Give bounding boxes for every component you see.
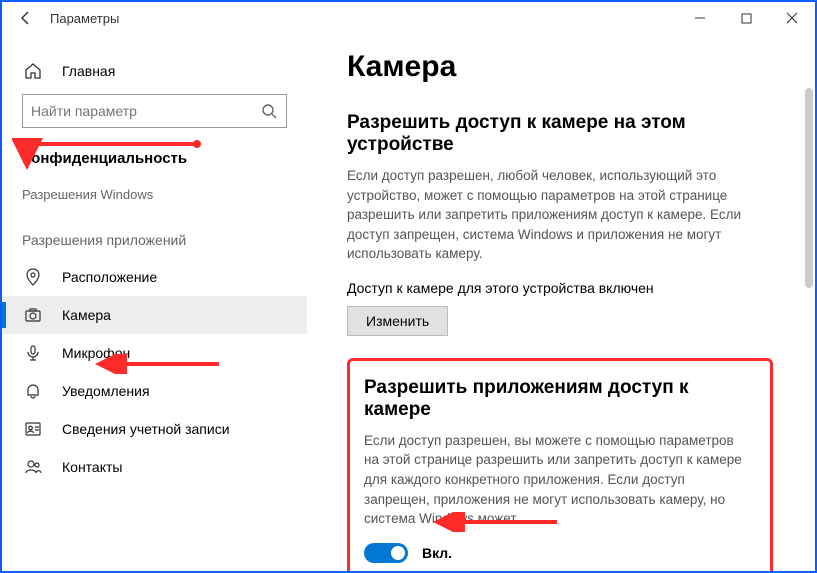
sidebar-category: Конфиденциальность (2, 150, 307, 179)
search-box[interactable] (22, 94, 287, 128)
sidebar-item-camera[interactable]: Камера (2, 296, 307, 334)
minimize-icon (694, 12, 706, 24)
sidebar-item-contacts[interactable]: Контакты (2, 448, 307, 486)
toggle-label: Вкл. (422, 545, 452, 561)
section-1-text: Если доступ разрешен, любой человек, исп… (347, 166, 773, 264)
scrollbar[interactable] (805, 88, 813, 288)
home-icon (22, 62, 44, 80)
maximize-icon (741, 13, 752, 24)
microphone-icon (22, 344, 44, 362)
sidebar-item-microphone[interactable]: Микрофон (2, 334, 307, 372)
close-button[interactable] (769, 2, 815, 34)
titlebar: Параметры (2, 2, 815, 34)
section-2-heading: Разрешить приложениям доступ к камере (364, 377, 752, 421)
close-icon (786, 12, 798, 24)
maximize-button[interactable] (723, 2, 769, 34)
sidebar-perm-header: Разрешения приложений (2, 210, 307, 258)
minimize-button[interactable] (677, 2, 723, 34)
device-access-status: Доступ к камере для этого устройства вкл… (347, 280, 773, 296)
sidebar: Главная Конфиденциальность Разрешения Wi… (2, 34, 307, 571)
sidebar-home-label: Главная (62, 63, 115, 79)
page-title: Камера (347, 50, 773, 84)
camera-icon (22, 306, 44, 324)
content-pane: Камера Разрешить доступ к камере на этом… (307, 34, 815, 571)
sidebar-item-label: Уведомления (62, 383, 150, 399)
sidebar-item-label: Контакты (62, 459, 122, 475)
change-button[interactable]: Изменить (347, 306, 448, 336)
sidebar-item-account-info[interactable]: Сведения учетной записи (2, 410, 307, 448)
sidebar-item-label: Камера (62, 307, 111, 323)
search-input[interactable] (31, 103, 260, 119)
sidebar-home[interactable]: Главная (2, 54, 307, 94)
arrow-left-icon (18, 10, 34, 26)
callout-box: Разрешить приложениям доступ к камере Ес… (347, 358, 773, 571)
section-2-text: Если доступ разрешен, вы можете с помощь… (364, 431, 752, 529)
section-1-heading: Разрешить доступ к камере на этом устрой… (347, 112, 773, 156)
contacts-icon (22, 458, 44, 476)
sidebar-subcategory[interactable]: Разрешения Windows (2, 179, 307, 210)
sidebar-item-notifications[interactable]: Уведомления (2, 372, 307, 410)
sidebar-item-label: Микрофон (62, 345, 130, 361)
apps-access-toggle[interactable] (364, 543, 408, 563)
sidebar-item-location[interactable]: Расположение (2, 258, 307, 296)
sidebar-item-label: Сведения учетной записи (62, 421, 230, 437)
window-title: Параметры (50, 11, 119, 26)
location-icon (22, 268, 44, 286)
search-icon (260, 103, 278, 119)
bell-icon (22, 382, 44, 400)
settings-window: Параметры Главная (0, 0, 817, 573)
back-button[interactable] (10, 2, 42, 34)
sidebar-item-label: Расположение (62, 269, 157, 285)
account-icon (22, 420, 44, 438)
